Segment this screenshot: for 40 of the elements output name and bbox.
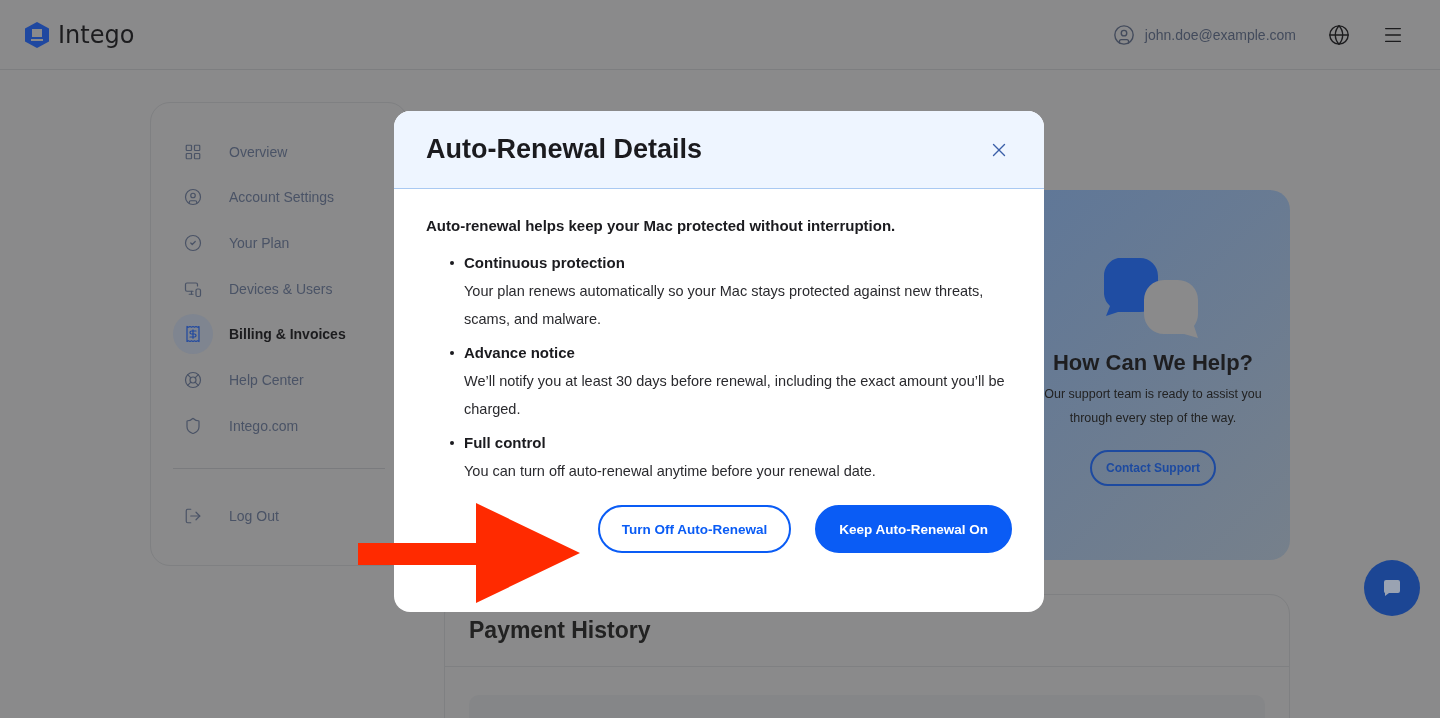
point-title: Full control (464, 433, 547, 453)
sidebar-item[interactable]: Intego.com (173, 402, 385, 449)
dialog-intro: Auto-renewal helps keep your Mac protected without interruption. (426, 216, 897, 236)
logout-icon (184, 507, 202, 526)
keep-button[interactable]: Keep Auto-Renewal On (815, 505, 1012, 553)
contact-support-button[interactable]: Contact Support (1090, 450, 1216, 486)
chat-button[interactable] (1364, 560, 1420, 616)
sidebar-item[interactable]: Account Settings (173, 174, 385, 221)
help-text: Our support team is ready to assist you through every step of the way. (1043, 386, 1263, 427)
point-title: Continuous protection (464, 253, 626, 273)
bullet-icon (450, 261, 454, 265)
globe-icon[interactable] (1328, 23, 1350, 46)
shield-icon (184, 416, 202, 435)
user-icon[interactable] (1112, 23, 1135, 46)
check-circle-icon (184, 234, 202, 253)
payment-history-title: Payment History (469, 617, 652, 644)
sidebar-item[interactable]: Your Plan (173, 220, 385, 266)
grid-icon (184, 142, 202, 161)
sidebar-item[interactable]: Billing & Invoices (173, 311, 385, 358)
user-email[interactable]: john.doe@example.com (1144, 26, 1296, 43)
sidebar-item[interactable]: Devices & Users (173, 265, 385, 312)
receipt-icon (184, 325, 202, 344)
point-text: Your plan renews automatically so your Mac stays protected against new threats, scams, and malware. (464, 282, 985, 329)
point-text: You can turn off auto-renewal anytime before your renewal date. (464, 462, 876, 481)
help-title: How Can We Help? (1052, 350, 1254, 376)
bullet-icon (450, 441, 454, 445)
point-text: We’ll notify you at least 30 days before renewal, including the exact amount you’ll be charged. (464, 372, 1006, 419)
devices-icon (184, 279, 202, 298)
dialog-title: Auto-Renewal Details (426, 134, 703, 165)
turn-off-button[interactable]: Turn Off Auto-Renewal (597, 505, 792, 553)
logo-text: Intego (58, 20, 135, 49)
sidebar-item[interactable]: Overview (173, 129, 385, 175)
logout-link[interactable]: Log Out (173, 493, 385, 539)
lifebuoy-icon (184, 370, 202, 389)
logo-icon (24, 20, 50, 49)
sidebar-item[interactable]: Help Center (173, 357, 385, 403)
bullet-icon (450, 351, 454, 355)
user-icon (184, 188, 202, 207)
chat-icon (1382, 578, 1402, 598)
point-title: Advance notice (464, 343, 576, 363)
